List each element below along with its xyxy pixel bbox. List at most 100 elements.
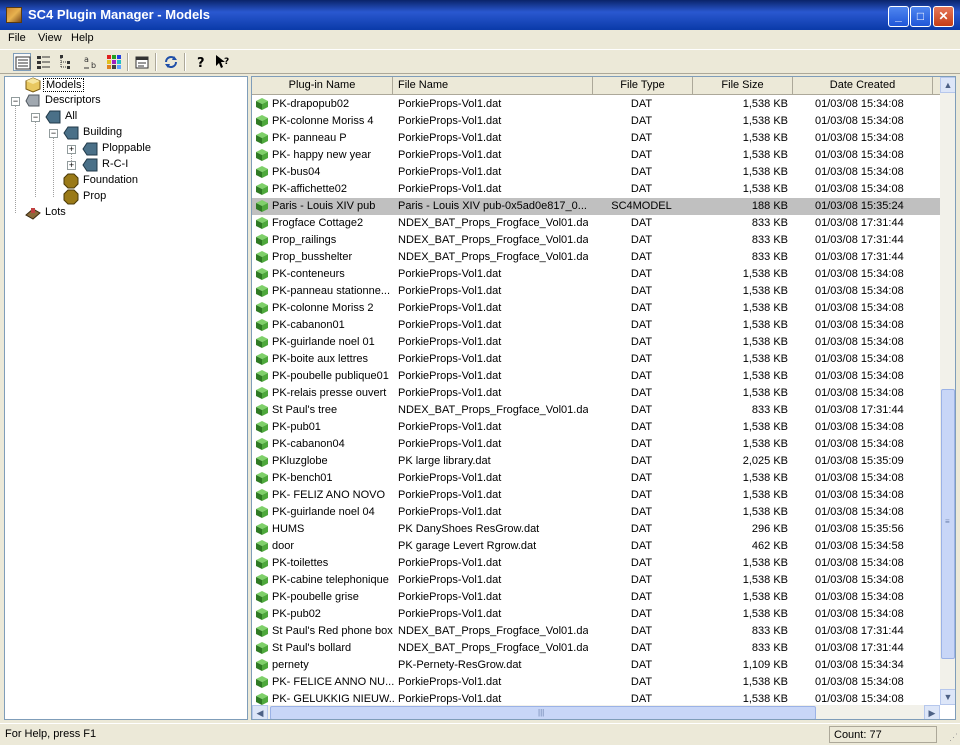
color-grid-icon[interactable] <box>105 53 123 71</box>
cell-plugin-name: PK-colonne Moriss 2 <box>272 302 374 314</box>
cell-plugin-name: PK- GELUKKIG NIEUW... <box>272 693 394 705</box>
column-header-file[interactable]: File Name <box>393 77 593 95</box>
table-row[interactable]: St Paul's bollard NDEX_BAT_Props_Frogface… <box>252 640 940 657</box>
table-row[interactable]: Prop_busshelter NDEX_BAT_Props_Frogface_V… <box>252 249 940 266</box>
table-row[interactable]: PK- FELIZ ANO NOVO PorkieProps-Vol1.dat DA… <box>252 487 940 504</box>
table-row[interactable]: PK- GELUKKIG NIEUW... PorkieProps-Vol1.da… <box>252 691 940 706</box>
octagon-icon <box>63 189 79 205</box>
table-row[interactable]: PK-bench01 PorkieProps-Vol1.dat DAT 1,538 K… <box>252 470 940 487</box>
table-row[interactable]: PK-drapopub02 PorkieProps-Vol1.dat DAT 1,53… <box>252 96 940 113</box>
cell-date-created: 01/03/08 15:34:08 <box>815 421 904 433</box>
table-row[interactable]: PK-cabanon04 PorkieProps-Vol1.dat DAT 1,538… <box>252 436 940 453</box>
cell-plugin-name: HUMS <box>272 523 305 535</box>
cell-plugin-name: PK- panneau P <box>272 132 347 144</box>
scroll-right-icon[interactable]: ▶ <box>924 705 940 719</box>
prop-cube-icon <box>256 676 268 688</box>
cell-file-name: NDEX_BAT_Props_Frogface_Vol01.dat <box>398 642 588 654</box>
cell-plugin-name: PK-guirlande noel 01 <box>272 336 375 348</box>
cell-file-name: NDEX_BAT_Props_Frogface_Vol01.dat <box>398 251 588 263</box>
title-bar[interactable]: SC4 Plugin Manager - Models _ □ ✕ <box>0 0 960 30</box>
table-row[interactable]: St Paul's tree NDEX_BAT_Props_Frogface_Vo… <box>252 402 940 419</box>
tree-label: Descriptors <box>45 94 101 106</box>
small-icons-icon[interactable]: ab <box>82 53 100 71</box>
table-row[interactable]: PK-cabanon01 PorkieProps-Vol1.dat DAT 1,538… <box>252 317 940 334</box>
table-row[interactable]: PK- happy new year PorkieProps-Vol1.dat DA… <box>252 147 940 164</box>
table-row[interactable]: PK- FELICE ANNO NU... PorkieProps-Vol1.da… <box>252 674 940 691</box>
scroll-down-icon[interactable]: ▼ <box>940 689 955 705</box>
table-row[interactable]: PK-colonne Moriss 4 PorkieProps-Vol1.dat D… <box>252 113 940 130</box>
category-tree[interactable]: Models − Descriptors − All − Building + … <box>4 76 248 720</box>
cell-file-type: DAT <box>630 676 653 688</box>
scroll-left-icon[interactable]: ◀ <box>252 705 268 719</box>
collapse-toggle[interactable]: − <box>31 113 40 122</box>
refresh-icon[interactable] <box>162 53 180 71</box>
cell-file-size: 1,538 KB <box>742 693 788 705</box>
cell-file-size: 1,538 KB <box>742 98 788 110</box>
large-icons-icon[interactable] <box>13 53 31 71</box>
cell-file-type: DAT <box>630 659 653 671</box>
close-button[interactable]: ✕ <box>933 6 954 27</box>
cell-file-type: DAT <box>630 98 653 110</box>
column-header-name[interactable]: Plug-in Name <box>252 77 393 95</box>
expand-toggle[interactable]: + <box>67 161 76 170</box>
table-row[interactable]: pernety PK-Pernety-ResGrow.dat DAT 1,109 KB… <box>252 657 940 674</box>
table-row[interactable]: PK-guirlande noel 01 PorkieProps-Vol1.dat… <box>252 334 940 351</box>
table-row[interactable]: PK-affichette02 PorkieProps-Vol1.dat DAT 1,… <box>252 181 940 198</box>
minimize-button[interactable]: _ <box>888 6 909 27</box>
column-header-type[interactable]: File Type <box>593 77 693 95</box>
cell-file-size: 1,538 KB <box>742 676 788 688</box>
table-row[interactable]: St Paul's Red phone box NDEX_BAT_Props_Fr… <box>252 623 940 640</box>
table-row[interactable]: PK-poubelle grise PorkieProps-Vol1.dat DAT… <box>252 589 940 606</box>
column-header-date[interactable]: Date Created <box>793 77 933 95</box>
prop-cube-icon <box>256 98 268 110</box>
table-row[interactable]: PK-boite aux lettres PorkieProps-Vol1.dat… <box>252 351 940 368</box>
table-row[interactable]: PK-colonne Moriss 2 PorkieProps-Vol1.dat D… <box>252 300 940 317</box>
cell-plugin-name: PK-drapopub02 <box>272 98 350 110</box>
table-row[interactable]: PK-poubelle publique01 PorkieProps-Vol1.d… <box>252 368 940 385</box>
table-row[interactable]: PK-panneau stationne... PorkieProps-Vol1.… <box>252 283 940 300</box>
cell-file-type: DAT <box>630 183 653 195</box>
table-row[interactable]: HUMS PK DanyShoes ResGrow.dat DAT 296 KB 01/… <box>252 521 940 538</box>
table-row[interactable]: PK-conteneurs PorkieProps-Vol1.dat DAT 1,53… <box>252 266 940 283</box>
list-view-icon[interactable] <box>35 53 53 71</box>
table-row[interactable]: PKluzglobe PK large library.dat DAT 2,025 K… <box>252 453 940 470</box>
cell-file-name: PorkieProps-Vol1.dat <box>398 591 502 603</box>
cell-file-type: DAT <box>630 455 653 467</box>
table-row[interactable]: Prop_railings NDEX_BAT_Props_Frogface_Vol… <box>252 232 940 249</box>
properties-icon[interactable] <box>133 53 151 71</box>
expand-toggle[interactable]: + <box>67 145 76 154</box>
prop-cube-icon <box>256 115 268 127</box>
column-header-size[interactable]: File Size <box>693 77 793 95</box>
collapse-toggle[interactable]: − <box>49 129 58 138</box>
help-icon[interactable]: ? <box>192 53 210 71</box>
horizontal-scrollbar[interactable]: ◀ ||| ▶ <box>252 705 940 719</box>
table-row[interactable]: PK-toilettes PorkieProps-Vol1.dat DAT 1,538… <box>252 555 940 572</box>
prop-cube-icon <box>256 540 268 552</box>
table-row[interactable]: PK-bus04 PorkieProps-Vol1.dat DAT 1,538 KB 0… <box>252 164 940 181</box>
collapse-toggle[interactable]: − <box>11 97 20 106</box>
table-row[interactable]: PK-pub02 PorkieProps-Vol1.dat DAT 1,538 KB 0… <box>252 606 940 623</box>
table-row[interactable]: Paris - Louis XIV pub Paris - Louis XIV p… <box>252 198 940 215</box>
table-row[interactable]: PK-relais presse ouvert PorkieProps-Vol1.… <box>252 385 940 402</box>
table-row[interactable]: PK-pub01 PorkieProps-Vol1.dat DAT 1,538 KB 0… <box>252 419 940 436</box>
table-row[interactable]: PK-guirlande noel 04 PorkieProps-Vol1.dat… <box>252 504 940 521</box>
menu-file[interactable]: File <box>8 32 26 44</box>
window-title: SC4 Plugin Manager - Models <box>28 7 211 22</box>
scroll-up-icon[interactable]: ▲ <box>940 77 955 93</box>
menu-view[interactable]: View <box>38 32 62 44</box>
cell-file-type: DAT <box>630 132 653 144</box>
octagon-icon <box>63 173 79 189</box>
maximize-button[interactable]: □ <box>910 6 931 27</box>
plugin-list[interactable]: Plug-in Name File Name File Type File Si… <box>251 76 956 720</box>
context-help-icon[interactable]: ? <box>214 53 232 71</box>
prop-cube-icon <box>256 319 268 331</box>
resize-grip-icon[interactable]: ⋰ <box>949 732 958 743</box>
table-row[interactable]: PK-cabine telephonique PorkieProps-Vol1.d… <box>252 572 940 589</box>
vertical-scrollbar[interactable]: ▲ ≡ ▼ <box>940 77 955 705</box>
menu-help[interactable]: Help <box>71 32 94 44</box>
table-row[interactable]: door PK garage Levert Rgrow.dat DAT 462 KB 0… <box>252 538 940 555</box>
tree-view-icon[interactable] <box>58 53 76 71</box>
cell-date-created: 01/03/08 15:34:08 <box>815 302 904 314</box>
table-row[interactable]: Frogface Cottage2 NDEX_BAT_Props_Frogface… <box>252 215 940 232</box>
table-row[interactable]: PK- panneau P PorkieProps-Vol1.dat DAT 1,53… <box>252 130 940 147</box>
